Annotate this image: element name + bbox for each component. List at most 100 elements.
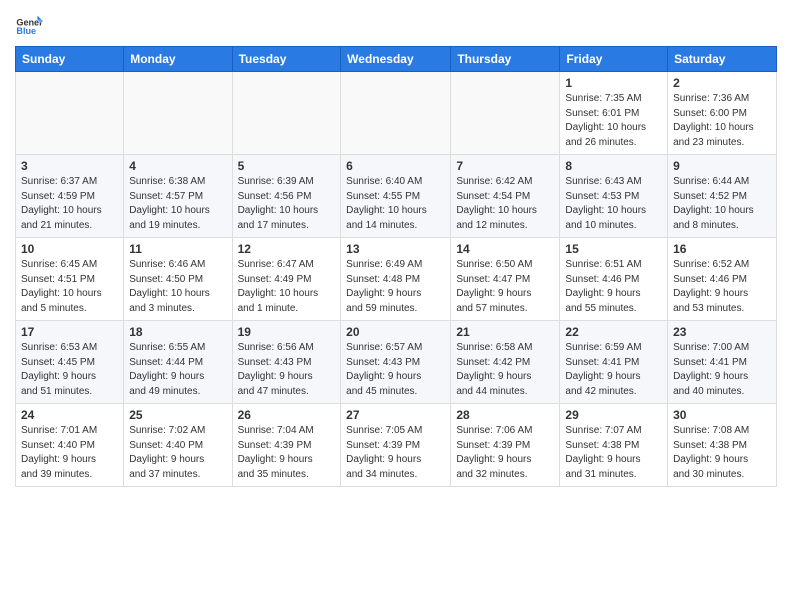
calendar-cell: 20Sunrise: 6:57 AM Sunset: 4:43 PM Dayli… — [341, 321, 451, 404]
day-info: Sunrise: 6:58 AM Sunset: 4:42 PM Dayligh… — [456, 341, 554, 399]
day-number: 2 — [673, 76, 771, 90]
day-number: 22 — [565, 325, 662, 339]
calendar-cell: 21 Sunrise: 6:58 AM Sunset: 4:42 PM Dayli… — [451, 321, 560, 404]
day-number: 27 — [346, 408, 445, 422]
calendar-cell — [451, 72, 560, 155]
weekday-header-sunday: Sunday — [16, 47, 124, 72]
calendar-cell: 7 Sunrise: 6:42 AM Sunset: 4:54 PM Daylig… — [451, 155, 560, 238]
calendar-header: SundayMondayTuesdayWednesdayThursdayFrid… — [16, 47, 777, 72]
calendar-cell: 3 Sunrise: 6:37 AM Sunset: 4:59 PM Daylig… — [16, 155, 124, 238]
svg-text:Blue: Blue — [16, 26, 36, 36]
day-number: 1 — [565, 76, 662, 90]
weekday-header-monday: Monday — [124, 47, 232, 72]
day-info: Sunrise: 6:39 AM Sunset: 4:56 PM Dayligh… — [238, 175, 336, 233]
calendar-cell: 16 Sunrise: 6:52 AM Sunset: 4:46 PM Dayli… — [668, 238, 777, 321]
day-info: Sunrise: 7:04 AM Sunset: 4:39 PM Dayligh… — [238, 424, 336, 482]
calendar-cell: 12 Sunrise: 6:47 AM Sunset: 4:49 PM Dayli… — [232, 238, 341, 321]
day-number: 12 — [238, 242, 336, 256]
day-info: Sunrise: 6:46 AM Sunset: 4:50 PM Dayligh… — [129, 258, 226, 316]
day-info: Sunrise: 6:42 AM Sunset: 4:54 PM Dayligh… — [456, 175, 554, 233]
day-info: Sunrise: 7:05 AM Sunset: 4:39 PM Dayligh… — [346, 424, 445, 482]
day-number: 3 — [21, 159, 118, 173]
day-number: 26 — [238, 408, 336, 422]
calendar-cell: 5 Sunrise: 6:39 AM Sunset: 4:56 PM Daylig… — [232, 155, 341, 238]
day-number: 9 — [673, 159, 771, 173]
day-number: 6 — [346, 159, 445, 173]
calendar-cell: 26 Sunrise: 7:04 AM Sunset: 4:39 PM Dayli… — [232, 404, 341, 487]
day-number: 21 — [456, 325, 554, 339]
day-number: 19 — [238, 325, 336, 339]
day-info: Sunrise: 7:36 AM Sunset: 6:00 PM Dayligh… — [673, 92, 771, 150]
day-number: 11 — [129, 242, 226, 256]
day-info: Sunrise: 6:55 AM Sunset: 4:44 PM Dayligh… — [129, 341, 226, 399]
day-number: 13 — [346, 242, 445, 256]
weekday-header-tuesday: Tuesday — [232, 47, 341, 72]
day-info: Sunrise: 6:51 AM Sunset: 4:46 PM Dayligh… — [565, 258, 662, 316]
weekday-header-saturday: Saturday — [668, 47, 777, 72]
calendar-week-2: 10 Sunrise: 6:45 AM Sunset: 4:51 PM Dayli… — [16, 238, 777, 321]
day-number: 7 — [456, 159, 554, 173]
calendar-cell: 25Sunrise: 7:02 AM Sunset: 4:40 PM Dayli… — [124, 404, 232, 487]
calendar-cell: 9 Sunrise: 6:44 AM Sunset: 4:52 PM Daylig… — [668, 155, 777, 238]
day-number: 18 — [129, 325, 226, 339]
day-number: 29 — [565, 408, 662, 422]
calendar-cell: 19Sunrise: 6:56 AM Sunset: 4:43 PM Dayli… — [232, 321, 341, 404]
day-info: Sunrise: 6:40 AM Sunset: 4:55 PM Dayligh… — [346, 175, 445, 233]
day-info: Sunrise: 6:49 AM Sunset: 4:48 PM Dayligh… — [346, 258, 445, 316]
calendar-cell — [341, 72, 451, 155]
day-number: 30 — [673, 408, 771, 422]
weekday-row: SundayMondayTuesdayWednesdayThursdayFrid… — [16, 47, 777, 72]
day-info: Sunrise: 7:02 AM Sunset: 4:40 PM Dayligh… — [129, 424, 226, 482]
day-number: 28 — [456, 408, 554, 422]
weekday-header-wednesday: Wednesday — [341, 47, 451, 72]
calendar-cell — [232, 72, 341, 155]
weekday-header-thursday: Thursday — [451, 47, 560, 72]
calendar-cell: 23 Sunrise: 7:00 AM Sunset: 4:41 PM Dayli… — [668, 321, 777, 404]
weekday-header-friday: Friday — [560, 47, 668, 72]
calendar-week-3: 17 Sunrise: 6:53 AM Sunset: 4:45 PM Dayli… — [16, 321, 777, 404]
calendar-cell: 17 Sunrise: 6:53 AM Sunset: 4:45 PM Dayli… — [16, 321, 124, 404]
calendar-cell — [124, 72, 232, 155]
calendar-cell: 2 Sunrise: 7:36 AM Sunset: 6:00 PM Daylig… — [668, 72, 777, 155]
day-info: Sunrise: 6:43 AM Sunset: 4:53 PM Dayligh… — [565, 175, 662, 233]
day-number: 23 — [673, 325, 771, 339]
day-info: Sunrise: 6:44 AM Sunset: 4:52 PM Dayligh… — [673, 175, 771, 233]
calendar-cell: 1 Sunrise: 7:35 AM Sunset: 6:01 PM Daylig… — [560, 72, 668, 155]
calendar-cell: 28 Sunrise: 7:06 AM Sunset: 4:39 PM Dayli… — [451, 404, 560, 487]
calendar-week-0: 1 Sunrise: 7:35 AM Sunset: 6:01 PM Daylig… — [16, 72, 777, 155]
day-info: Sunrise: 6:38 AM Sunset: 4:57 PM Dayligh… — [129, 175, 226, 233]
day-info: Sunrise: 6:45 AM Sunset: 4:51 PM Dayligh… — [21, 258, 118, 316]
day-info: Sunrise: 6:47 AM Sunset: 4:49 PM Dayligh… — [238, 258, 336, 316]
calendar-week-4: 24 Sunrise: 7:01 AM Sunset: 4:40 PM Dayli… — [16, 404, 777, 487]
calendar-cell: 30 Sunrise: 7:08 AM Sunset: 4:38 PM Dayli… — [668, 404, 777, 487]
calendar-cell: 18 Sunrise: 6:55 AM Sunset: 4:44 PM Dayli… — [124, 321, 232, 404]
calendar-cell: 14Sunrise: 6:50 AM Sunset: 4:47 PM Dayli… — [451, 238, 560, 321]
day-info: Sunrise: 7:07 AM Sunset: 4:38 PM Dayligh… — [565, 424, 662, 482]
day-info: Sunrise: 7:01 AM Sunset: 4:40 PM Dayligh… — [21, 424, 118, 482]
day-info: Sunrise: 7:00 AM Sunset: 4:41 PM Dayligh… — [673, 341, 771, 399]
day-number: 15 — [565, 242, 662, 256]
day-info: Sunrise: 6:37 AM Sunset: 4:59 PM Dayligh… — [21, 175, 118, 233]
calendar-cell: 29 Sunrise: 7:07 AM Sunset: 4:38 PM Dayli… — [560, 404, 668, 487]
calendar-cell: 22Sunrise: 6:59 AM Sunset: 4:41 PM Dayli… — [560, 321, 668, 404]
calendar-cell: 27 Sunrise: 7:05 AM Sunset: 4:39 PM Dayli… — [341, 404, 451, 487]
day-number: 16 — [673, 242, 771, 256]
day-info: Sunrise: 6:53 AM Sunset: 4:45 PM Dayligh… — [21, 341, 118, 399]
day-number: 20 — [346, 325, 445, 339]
calendar-cell: 15 Sunrise: 6:51 AM Sunset: 4:46 PM Dayli… — [560, 238, 668, 321]
day-number: 14 — [456, 242, 554, 256]
day-number: 10 — [21, 242, 118, 256]
calendar-week-1: 3 Sunrise: 6:37 AM Sunset: 4:59 PM Daylig… — [16, 155, 777, 238]
day-number: 4 — [129, 159, 226, 173]
day-info: Sunrise: 7:35 AM Sunset: 6:01 PM Dayligh… — [565, 92, 662, 150]
day-info: Sunrise: 7:08 AM Sunset: 4:38 PM Dayligh… — [673, 424, 771, 482]
day-number: 5 — [238, 159, 336, 173]
calendar-cell: 24 Sunrise: 7:01 AM Sunset: 4:40 PM Dayli… — [16, 404, 124, 487]
calendar-cell: 13 Sunrise: 6:49 AM Sunset: 4:48 PM Dayli… — [341, 238, 451, 321]
day-number: 17 — [21, 325, 118, 339]
page-header: General Blue — [15, 10, 777, 38]
day-number: 24 — [21, 408, 118, 422]
day-info: Sunrise: 6:52 AM Sunset: 4:46 PM Dayligh… — [673, 258, 771, 316]
day-info: Sunrise: 7:06 AM Sunset: 4:39 PM Dayligh… — [456, 424, 554, 482]
calendar-cell: 4 Sunrise: 6:38 AM Sunset: 4:57 PM Daylig… — [124, 155, 232, 238]
